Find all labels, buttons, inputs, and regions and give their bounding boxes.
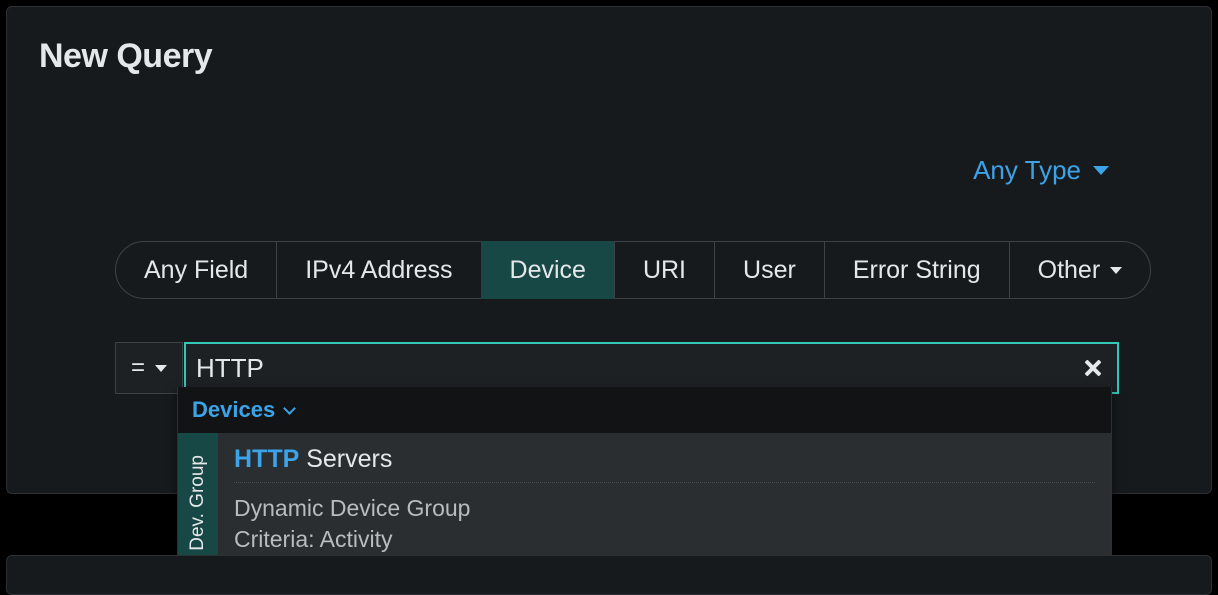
clear-icon[interactable] <box>1083 358 1103 378</box>
caret-down-icon <box>1093 166 1109 175</box>
suggestion-detail-line: Criteria: Activity <box>234 524 1095 555</box>
suggestion-detail-line: Dynamic Device Group <box>234 493 1095 524</box>
suggestion-match: HTTP <box>234 445 299 473</box>
search-input[interactable] <box>196 344 1083 392</box>
suggestion-body: HTTP Servers Dynamic Device Group Criter… <box>218 433 1111 573</box>
suggestion-section-label: Devices <box>192 397 275 423</box>
field-selector: Any Field IPv4 Address Device URI User E… <box>115 241 1151 299</box>
field-label: Other <box>1038 256 1101 285</box>
caret-down-icon <box>1110 267 1122 274</box>
suggestion-type-badge: Dev. Group <box>178 433 218 573</box>
operator-select[interactable]: = <box>115 342 183 394</box>
suggestion-rest: Servers <box>299 445 392 473</box>
type-filter-label: Any Type <box>973 155 1081 186</box>
type-filter-dropdown[interactable]: Any Type <box>973 155 1109 186</box>
suggestion-section-header[interactable]: Devices <box>178 387 1111 433</box>
field-uri[interactable]: URI <box>614 241 715 299</box>
field-other[interactable]: Other <box>1009 241 1152 299</box>
chevron-down-icon <box>283 402 296 415</box>
field-device[interactable]: Device <box>481 241 615 299</box>
suggestion-type-label: Dev. Group <box>187 455 209 551</box>
suggestion-title: HTTP Servers <box>234 445 1095 483</box>
field-any[interactable]: Any Field <box>115 241 277 299</box>
suggestions-dropdown: Devices Dev. Group HTTP Servers Dynamic … <box>177 387 1112 574</box>
field-error-string[interactable]: Error String <box>824 241 1010 299</box>
panel-title: New Query <box>39 37 212 76</box>
field-user[interactable]: User <box>714 241 825 299</box>
next-panel <box>6 555 1212 595</box>
suggestion-item[interactable]: Dev. Group HTTP Servers Dynamic Device G… <box>178 433 1111 573</box>
field-label: Device <box>510 256 586 285</box>
operator-value: = <box>131 354 145 382</box>
field-label: IPv4 Address <box>305 256 452 285</box>
field-label: Any Field <box>144 256 248 285</box>
field-ipv4[interactable]: IPv4 Address <box>276 241 481 299</box>
field-label: Error String <box>853 256 981 285</box>
caret-down-icon <box>155 365 167 372</box>
field-label: User <box>743 256 796 285</box>
field-label: URI <box>643 256 686 285</box>
